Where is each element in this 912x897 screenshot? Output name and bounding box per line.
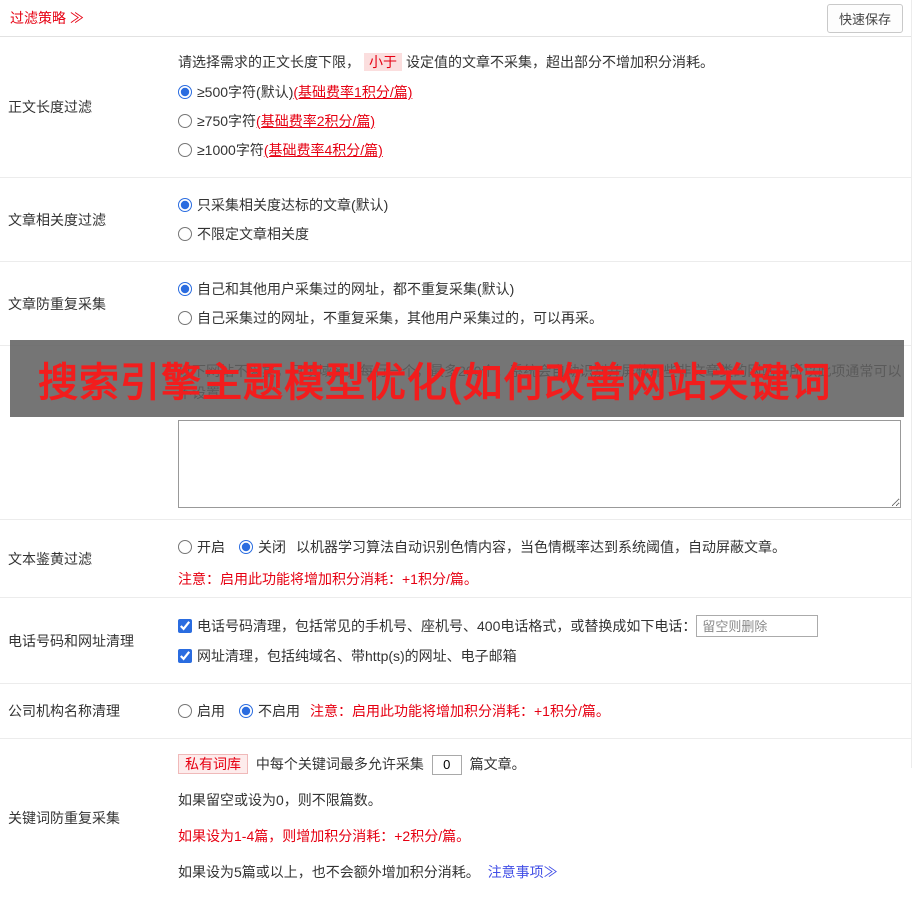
porn-filter-cost-note: 注意：启用此功能将增加积分消耗：+1积分/篇。	[178, 571, 478, 587]
row-porn-filter: 文本鉴黄过滤 开启 关闭 以机器学习算法自动识别色情内容，当色情概率达到系统阈值…	[0, 520, 911, 598]
phone-clean-option: 电话号码清理，包括常见的手机号、座机号、400电话格式，或替换成如下电话：	[178, 615, 901, 637]
quick-save-button[interactable]: 快速保存	[826, 3, 903, 33]
company-on-radio[interactable]	[178, 704, 192, 718]
keyword-note-five: 如果设为5篇或以上，也不会额外增加积分消耗。 注意事项≫	[178, 861, 901, 883]
row-keyword-dedupe: 关键词防重复采集 私有词库 中每个关键词最多允许采集 篇文章。 如果留空或设为0…	[0, 739, 911, 897]
note-text: 如果设为5篇或以上，也不会额外增加积分消耗。	[178, 864, 480, 880]
porn-off-radio[interactable]	[239, 540, 253, 554]
url-clean-option: 网址清理，包括纯域名、带http(s)的网址、电子邮箱	[178, 646, 901, 666]
row-label: 文章防重复采集	[8, 295, 106, 312]
relevance-strict-radio[interactable]	[178, 198, 192, 212]
porn-on-radio[interactable]	[178, 540, 192, 554]
watermark-overlay: 搜索引擎主题模型优化(如何改善网站关键词	[10, 340, 904, 417]
top-bar: 过滤策略 ≫ 快速保存	[0, 0, 911, 37]
blacklist-textarea[interactable]	[178, 420, 901, 508]
row-label: 公司机构名称清理	[8, 703, 120, 719]
length-option-750[interactable]: ≥750字符 (基础费率2积分/篇)	[178, 111, 901, 131]
option-label: ≥500字符(默认)	[197, 84, 294, 100]
option-fee-note: (基础费率4积分/篇)	[263, 142, 383, 158]
row-label: 关键词防重复采集	[8, 810, 120, 826]
length-750-radio[interactable]	[178, 114, 192, 128]
url-clean-checkbox[interactable]	[178, 649, 192, 663]
length-1000-radio[interactable]	[178, 143, 192, 157]
company-clean-cost-note: 注意：启用此功能将增加积分消耗：+1积分/篇。	[310, 703, 610, 719]
intro-pre: 请选择需求的正文长度下限，	[178, 54, 360, 70]
option-fee-note: (基础费率1积分/篇)	[293, 84, 413, 100]
option-label: ≥750字符	[197, 113, 257, 129]
phone-clean-checkbox[interactable]	[178, 619, 192, 633]
row-dedupe-collection: 文章防重复采集 自己和其他用户采集过的网址，都不重复采集(默认) 自己采集过的网…	[0, 262, 911, 346]
porn-on-option[interactable]: 开启	[178, 537, 225, 557]
watermark-text: 搜索引擎主题模型优化(如何改善网站关键词	[38, 360, 832, 405]
page-title[interactable]: 过滤策略 ≫	[10, 8, 84, 28]
option-label: ≥1000字符	[197, 142, 264, 158]
row-label: 正文长度过滤	[8, 99, 92, 115]
porn-off-option[interactable]: 关闭	[239, 537, 286, 557]
dedupe-global-radio[interactable]	[178, 282, 192, 296]
porn-filter-description: 以机器学习算法自动识别色情内容，当色情概率达到系统阈值，自动屏蔽文章。	[296, 539, 786, 555]
row-relevance-filter: 文章相关度过滤 只采集相关度达标的文章(默认) 不限定文章相关度	[0, 178, 911, 262]
length-option-500[interactable]: ≥500字符(默认) (基础费率1积分/篇)	[178, 82, 901, 102]
company-clean-options: 启用 不启用 注意：启用此功能将增加积分消耗：+1积分/篇。	[178, 701, 901, 721]
keyword-limit-input[interactable]	[431, 754, 462, 775]
keyword-note-cost: 如果设为1-4篇，则增加积分消耗：+2积分/篇。	[178, 828, 471, 844]
limit-text-end: 篇文章。	[469, 756, 526, 772]
relevance-any-radio[interactable]	[178, 227, 192, 241]
row-label: 文本鉴黄过滤	[8, 550, 92, 567]
private-lexicon-badge: 私有词库	[178, 754, 248, 774]
company-on-option[interactable]: 启用	[178, 701, 225, 721]
length-option-1000[interactable]: ≥1000字符 (基础费率4积分/篇)	[178, 140, 901, 160]
option-label: 开启	[197, 539, 225, 555]
keyword-note-zero: 如果留空或设为0，则不限篇数。	[178, 792, 382, 808]
length-500-radio[interactable]	[178, 85, 192, 99]
option-label: 不启用	[258, 703, 300, 719]
relevance-option-strict[interactable]: 只采集相关度达标的文章(默认)	[178, 195, 901, 215]
filter-strategy-page: 过滤策略 ≫ 快速保存 正文长度过滤 请选择需求的正文长度下限， 小于 设定值的文章…	[0, 0, 912, 880]
porn-filter-options: 开启 关闭 以机器学习算法自动识别色情内容，当色情概率达到系统阈值，自动屏蔽文章…	[178, 537, 901, 557]
relevance-option-any[interactable]: 不限定文章相关度	[178, 224, 901, 244]
option-label: 不限定文章相关度	[197, 226, 309, 242]
keyword-limit-line: 私有词库 中每个关键词最多允许采集 篇文章。	[178, 753, 901, 775]
row-label: 文章相关度过滤	[8, 211, 106, 228]
intro-highlight: 小于	[364, 53, 402, 71]
dedupe-option-self[interactable]: 自己采集过的网址，不重复采集，其他用户采集过的，可以再采。	[178, 308, 901, 328]
row-phone-url-clean: 电话号码和网址清理 电话号码清理，包括常见的手机号、座机号、400电话格式，或替…	[0, 598, 911, 684]
dedupe-option-global[interactable]: 自己和其他用户采集过的网址，都不重复采集(默认)	[178, 279, 901, 299]
option-label: 关闭	[258, 539, 286, 555]
row-text-length-filter: 正文长度过滤 请选择需求的正文长度下限， 小于 设定值的文章不采集，超出部分不增加积…	[0, 37, 911, 178]
notice-link[interactable]: 注意事项≫	[488, 864, 558, 880]
option-fee-note: (基础费率2积分/篇)	[256, 113, 376, 129]
limit-text: 中每个关键词最多允许采集	[255, 756, 424, 772]
company-off-radio[interactable]	[239, 704, 253, 718]
row-company-clean: 公司机构名称清理 启用 不启用 注意：启用此功能将增加积分消耗：+1积分/篇。	[0, 684, 911, 739]
company-off-option[interactable]: 不启用	[239, 701, 300, 721]
option-label: 启用	[197, 703, 225, 719]
dedupe-self-radio[interactable]	[178, 311, 192, 325]
option-label: 自己采集过的网址，不重复采集，其他用户采集过的，可以再采。	[197, 310, 603, 326]
checkbox-label: 电话号码清理，包括常见的手机号、座机号、400电话格式，或替换成如下电话：	[197, 618, 697, 634]
option-label: 只采集相关度达标的文章(默认)	[197, 197, 389, 213]
checkbox-label: 网址清理，包括纯域名、带http(s)的网址、电子邮箱	[197, 648, 517, 664]
intro-post: 设定值的文章不采集，超出部分不增加积分消耗。	[406, 54, 714, 70]
replacement-phone-input[interactable]	[696, 615, 819, 637]
row-label: 电话号码和网址清理	[8, 632, 134, 649]
text-length-intro: 请选择需求的正文长度下限， 小于 设定值的文章不采集，超出部分不增加积分消耗。	[178, 51, 901, 73]
option-label: 自己和其他用户采集过的网址，都不重复采集(默认)	[197, 281, 515, 297]
